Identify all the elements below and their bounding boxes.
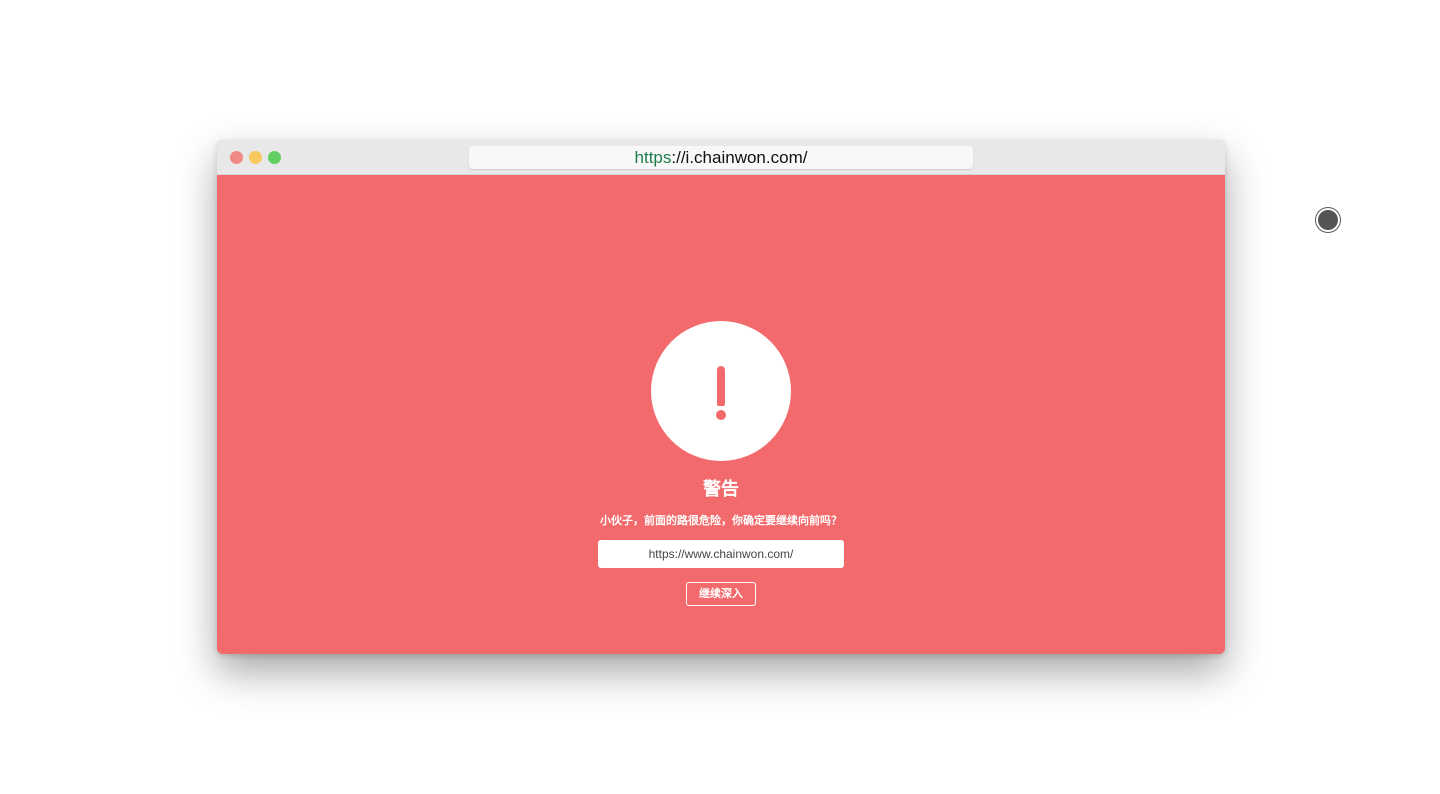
exclamation-bar <box>717 366 725 406</box>
cursor-circle-icon <box>1316 208 1340 232</box>
warning-title: 警告 <box>703 479 739 500</box>
close-window-button[interactable] <box>230 151 243 164</box>
continue-button[interactable]: 继续深入 <box>686 582 756 606</box>
warning-message: 小伙子，前面的路很危险，你确定要继续向前吗？ <box>600 514 842 527</box>
maximize-window-button[interactable] <box>268 151 281 164</box>
warning-page: 警告 小伙子，前面的路很危险，你确定要继续向前吗？ 继续深入 <box>217 175 1225 654</box>
url-host: ://i.chainwon.com/ <box>671 148 808 167</box>
exclamation-icon <box>651 321 791 461</box>
title-bar: https://i.chainwon.com/ <box>217 140 1225 175</box>
browser-window: https://i.chainwon.com/ 警告 小伙子，前面的路很危险，你… <box>217 140 1225 654</box>
minimize-window-button[interactable] <box>249 151 262 164</box>
target-url-field[interactable] <box>598 540 844 568</box>
exclamation-dot <box>716 410 726 420</box>
url-scheme: https <box>634 148 672 167</box>
address-bar[interactable]: https://i.chainwon.com/ <box>469 146 973 169</box>
